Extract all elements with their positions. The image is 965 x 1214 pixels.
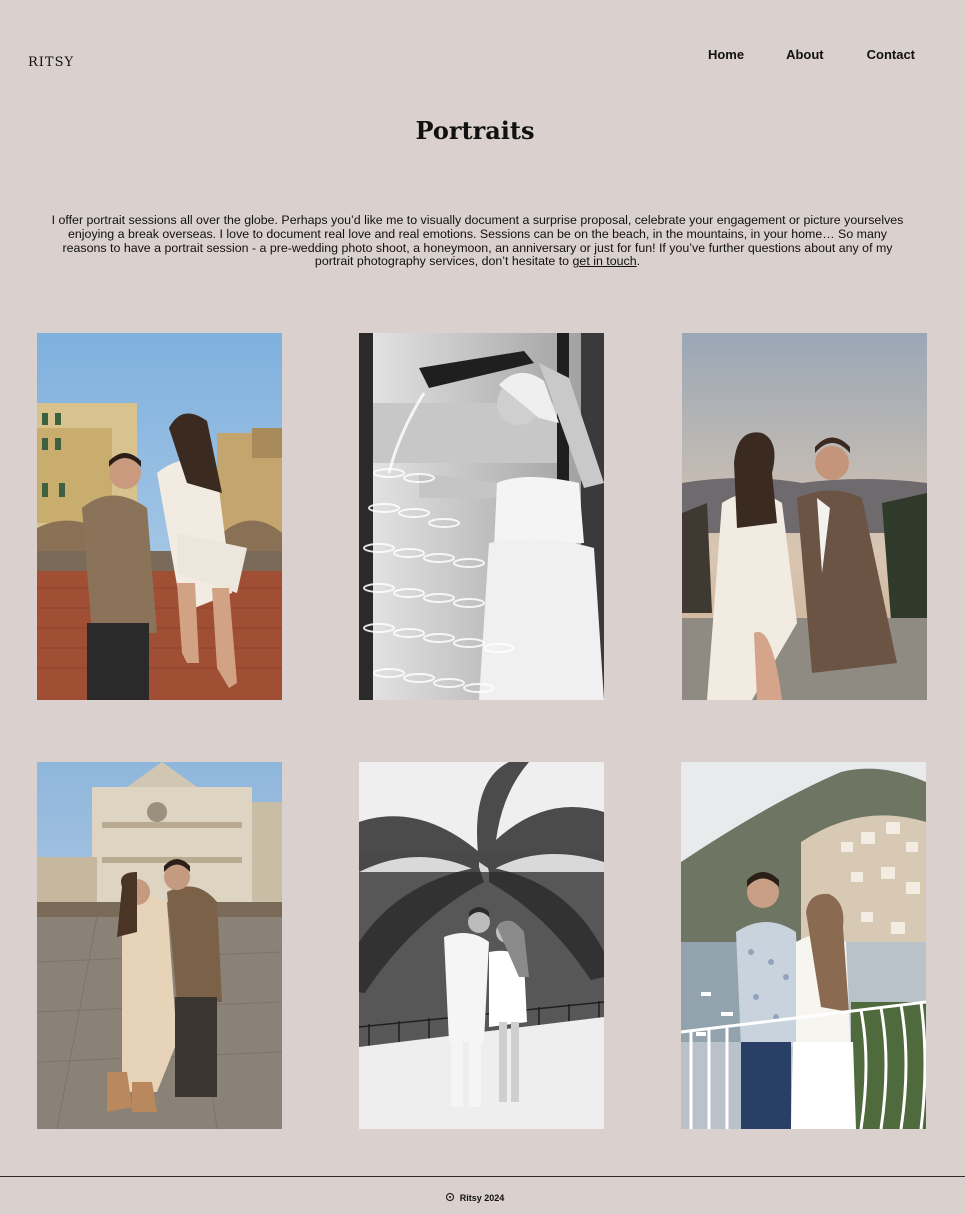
portrait-photo-piazza-kiss[interactable] [37, 762, 282, 1129]
portrait-photo-florence-bridge[interactable] [37, 333, 282, 700]
portrait-photo-positano-balcony[interactable] [681, 762, 926, 1129]
footer: Ritsy 2024 [0, 1193, 950, 1203]
portrait-photo-sunset-couple[interactable] [682, 333, 927, 700]
main-nav: Home About Contact [708, 47, 915, 62]
nav-home-link[interactable]: Home [708, 47, 744, 62]
intro-end: . [636, 254, 641, 269]
nav-contact-link[interactable]: Contact [867, 47, 915, 62]
footer-text: Ritsy 2024 [459, 1193, 505, 1203]
page-title: Portraits [415, 116, 535, 145]
intro-paragraph: I offer portrait sessions all over the g… [45, 213, 910, 269]
get-in-touch-link[interactable]: get in touch [573, 254, 637, 268]
portrait-photo-champagne-tower[interactable] [359, 333, 604, 700]
footer-divider [0, 1176, 965, 1177]
copyright-icon [445, 1193, 454, 1201]
intro-text: I offer portrait sessions all over the g… [51, 213, 904, 269]
site-logo[interactable]: RITSY [28, 55, 74, 70]
portrait-photo-terrace-palm[interactable] [359, 762, 604, 1129]
nav-about-link[interactable]: About [786, 47, 824, 62]
